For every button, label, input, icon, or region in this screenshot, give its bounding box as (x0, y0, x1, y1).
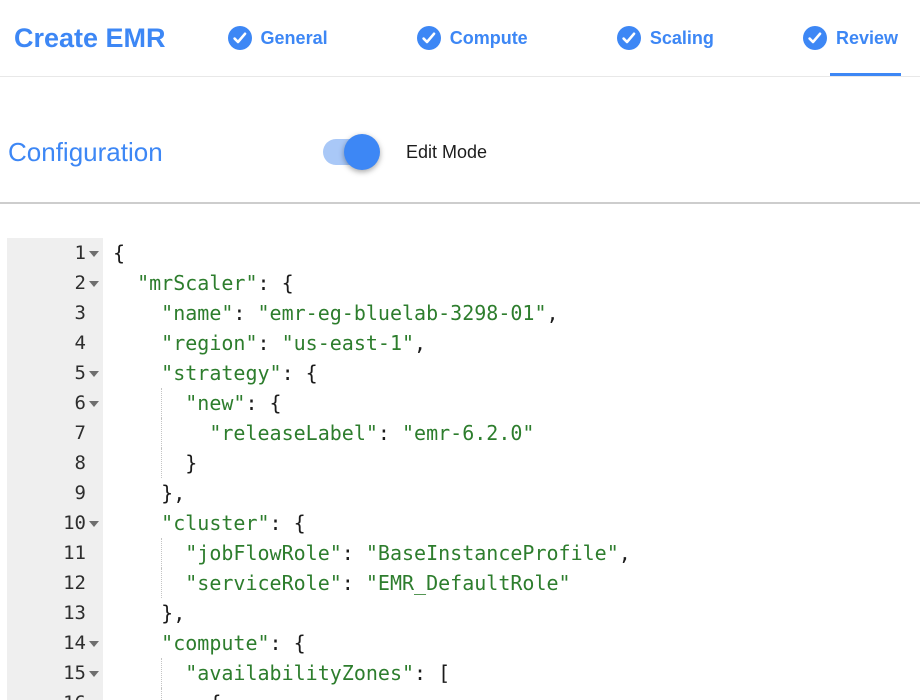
code-text: "mrScaler": { (113, 268, 294, 298)
code-line[interactable]: 9 }, (0, 478, 920, 508)
check-circle-icon (228, 26, 252, 50)
code-line[interactable]: 11 "jobFlowRole": "BaseInstanceProfile", (0, 538, 920, 568)
wizard-steps: General Compute Scaling Review (228, 0, 898, 76)
code-text: "releaseLabel": "emr-6.2.0" (113, 418, 534, 448)
code-text: { (113, 688, 221, 700)
json-editor[interactable]: 1{2 "mrScaler": {3 "name": "emr-eg-bluel… (0, 238, 920, 700)
section-divider (0, 202, 920, 204)
step-scaling[interactable]: Scaling (617, 0, 714, 76)
code-line[interactable]: 16 { (0, 688, 920, 700)
code-text: "new": { (113, 388, 282, 418)
step-label: Review (836, 28, 898, 49)
fold-arrow-icon[interactable] (89, 521, 99, 527)
check-circle-icon (417, 26, 441, 50)
line-number: 2 (7, 268, 86, 298)
toggle-knob[interactable] (344, 134, 380, 170)
code-line[interactable]: 15 "availabilityZones": [ (0, 658, 920, 688)
code-text: "jobFlowRole": "BaseInstanceProfile", (113, 538, 631, 568)
line-number: 15 (7, 658, 86, 688)
line-number: 16 (7, 688, 86, 700)
line-number: 6 (7, 388, 86, 418)
line-number: 3 (7, 298, 86, 328)
line-number: 4 (7, 328, 86, 358)
edit-mode-label: Edit Mode (406, 142, 487, 163)
check-circle-icon (617, 26, 641, 50)
edit-mode-toggle[interactable] (323, 139, 375, 165)
page-title: Create EMR (14, 23, 166, 54)
step-label: Compute (450, 28, 528, 49)
step-label: Scaling (650, 28, 714, 49)
code-text: { (113, 238, 125, 268)
code-text: "compute": { (113, 628, 306, 658)
step-general[interactable]: General (228, 0, 328, 76)
code-line[interactable]: 12 "serviceRole": "EMR_DefaultRole" (0, 568, 920, 598)
fold-arrow-icon[interactable] (89, 401, 99, 407)
check-circle-icon (803, 26, 827, 50)
code-line[interactable]: 7 "releaseLabel": "emr-6.2.0" (0, 418, 920, 448)
fold-arrow-icon[interactable] (89, 251, 99, 257)
configuration-row: Configuration Edit Mode (8, 133, 920, 171)
line-number: 14 (7, 628, 86, 658)
code-text: "cluster": { (113, 508, 306, 538)
line-number: 11 (7, 538, 86, 568)
line-number: 13 (7, 598, 86, 628)
code-line[interactable]: 13 }, (0, 598, 920, 628)
fold-arrow-icon[interactable] (89, 281, 99, 287)
code-text: }, (113, 598, 185, 628)
line-number: 8 (7, 448, 86, 478)
code-text: "strategy": { (113, 358, 318, 388)
code-line[interactable]: 5 "strategy": { (0, 358, 920, 388)
fold-arrow-icon[interactable] (89, 671, 99, 677)
wizard-header: Create EMR General Compute Scaling Review (0, 0, 920, 77)
code-line[interactable]: 4 "region": "us-east-1", (0, 328, 920, 358)
code-line[interactable]: 2 "mrScaler": { (0, 268, 920, 298)
step-review[interactable]: Review (803, 0, 898, 76)
code-text: } (113, 448, 197, 478)
code-line[interactable]: 6 "new": { (0, 388, 920, 418)
code-line[interactable]: 10 "cluster": { (0, 508, 920, 538)
code-text: "region": "us-east-1", (113, 328, 426, 358)
step-label: General (261, 28, 328, 49)
line-number: 1 (7, 238, 86, 268)
code-text: }, (113, 478, 185, 508)
fold-arrow-icon[interactable] (89, 371, 99, 377)
code-text: "availabilityZones": [ (113, 658, 450, 688)
code-text: "name": "emr-eg-bluelab-3298-01", (113, 298, 559, 328)
editor-lines: 1{2 "mrScaler": {3 "name": "emr-eg-bluel… (0, 238, 920, 700)
code-line[interactable]: 8 } (0, 448, 920, 478)
code-line[interactable]: 1{ (0, 238, 920, 268)
step-compute[interactable]: Compute (417, 0, 528, 76)
code-line[interactable]: 3 "name": "emr-eg-bluelab-3298-01", (0, 298, 920, 328)
section-title: Configuration (8, 137, 323, 168)
line-number: 7 (7, 418, 86, 448)
code-text: "serviceRole": "EMR_DefaultRole" (113, 568, 571, 598)
fold-arrow-icon[interactable] (89, 641, 99, 647)
line-number: 5 (7, 358, 86, 388)
line-number: 9 (7, 478, 86, 508)
line-number: 12 (7, 568, 86, 598)
code-line[interactable]: 14 "compute": { (0, 628, 920, 658)
line-number: 10 (7, 508, 86, 538)
